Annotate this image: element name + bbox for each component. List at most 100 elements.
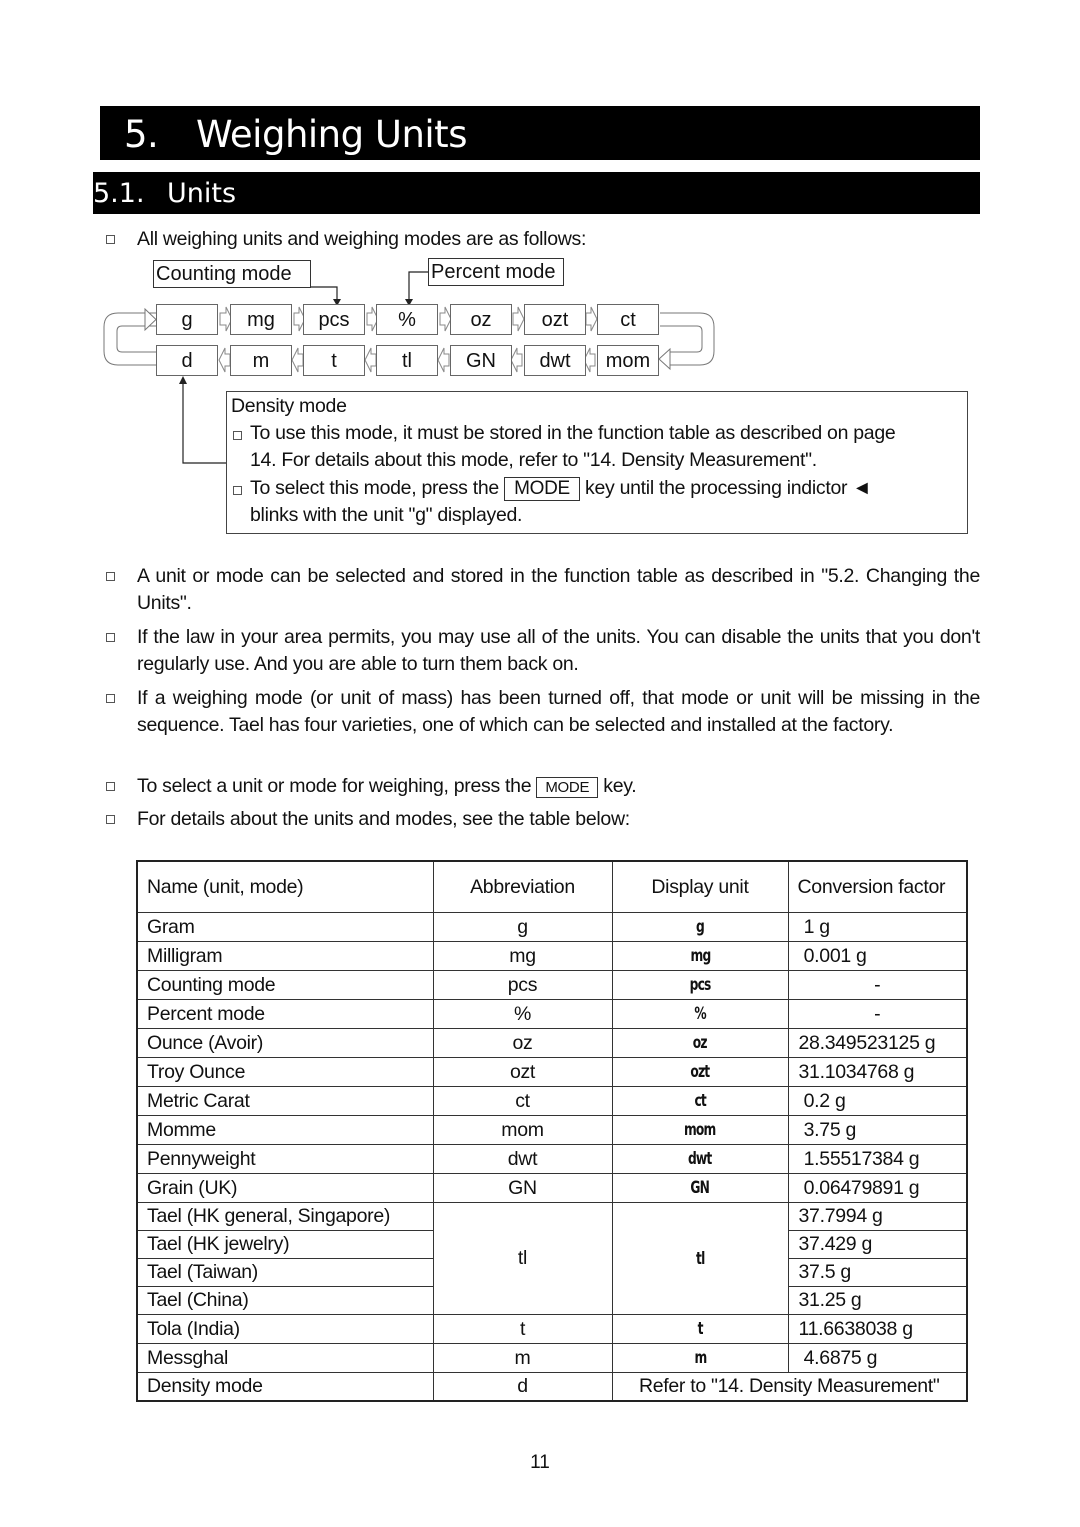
bullet-icon (106, 633, 115, 642)
cell-conversion-factor: - (787, 970, 968, 1000)
unit-box-ozt: ozt (524, 304, 586, 335)
bullet-paragraph: If a weighing mode (or unit of mass) has… (106, 685, 980, 739)
cell-display-unit: % (611, 999, 789, 1029)
density-bullet2-text: To select this mode, press the (250, 477, 499, 499)
unit-box-ct: ct (597, 304, 659, 335)
cell-display-unit: g (611, 912, 789, 942)
header-conversion-factor: Conversion factor (787, 860, 968, 913)
unit-box-percent: % (376, 304, 438, 335)
bullet-icon (106, 572, 115, 581)
density-mode-arrow (182, 382, 226, 464)
bullet-icon (106, 782, 115, 791)
cell-name: Tola (India) (136, 1314, 434, 1344)
hollow-arrow-left-icon (658, 347, 671, 371)
mode-key: MODE (504, 477, 580, 501)
density-bullet2-line1: To select this mode, press the MODE key … (250, 475, 872, 502)
table-row: Counting mode pcs pcs - (136, 970, 968, 1000)
cell-display-unit: pcs (611, 970, 789, 1000)
table-row: Messghal m m 4.6875 g (136, 1343, 968, 1373)
cell-name: Momme (136, 1115, 434, 1145)
cell-conversion-factor: 0.001 g (787, 941, 968, 971)
table-row: Ounce (Avoir) oz oz 28.349523125 g (136, 1028, 968, 1058)
display-unit-glyph: GN (690, 1178, 711, 1198)
cell-merged-reference: Refer to "14. Density Measurement" (611, 1372, 968, 1402)
percent-mode-arrow (408, 271, 428, 300)
table-row: Momme mom mom 3.75 g (136, 1115, 968, 1145)
cell-display-unit: ozt (611, 1057, 789, 1087)
unit-box-mg: mg (230, 304, 292, 335)
cell-abbreviation: d (432, 1372, 613, 1402)
cell-conversion-factor: 31.1034768 g (787, 1057, 968, 1087)
cell-abbreviation: pcs (432, 970, 613, 1000)
cell-conversion-factor: 0.06479891 g (787, 1173, 968, 1203)
page-number: 11 (530, 1452, 550, 1473)
cell-display-unit: t (611, 1314, 789, 1344)
units-table: Name (unit, mode) Abbreviation Display u… (136, 860, 968, 1402)
density-bullet1-line1: To use this mode, it must be stored in t… (250, 422, 896, 444)
cell-display-unit: mom (611, 1115, 789, 1145)
display-unit-glyph: oz (693, 1033, 708, 1053)
unit-box-mom: mom (597, 345, 659, 376)
unit-box-g: g (156, 304, 218, 335)
cell-name: Tael (HK jewelry) (136, 1230, 434, 1259)
density-bullet1-line2: 14. For details about this mode, refer t… (250, 449, 817, 471)
unit-box-gn: GN (450, 345, 512, 376)
bullet-icon (106, 815, 115, 824)
unit-box-tl: tl (376, 345, 438, 376)
density-bullet2-text-post: key until the processing indictor ◄ (585, 477, 872, 499)
display-unit-glyph: dwt (688, 1149, 712, 1169)
cell-conversion-factor: 31.25 g (787, 1286, 968, 1315)
table-header-row: Name (unit, mode) Abbreviation Display u… (136, 860, 968, 913)
cell-conversion-factor: 1.55517384 g (787, 1144, 968, 1174)
unit-sequence-diagram: Counting mode Percent mode g mg pcs % oz… (0, 0, 1080, 560)
bullet-text-post: key. (603, 775, 637, 797)
cell-display-unit: oz (611, 1028, 789, 1058)
header-abbreviation: Abbreviation (432, 860, 613, 913)
cell-abbreviation: m (432, 1343, 613, 1373)
mode-key: MODE (536, 777, 599, 798)
display-unit-glyph: mom (684, 1120, 716, 1140)
unit-box-d: d (156, 345, 218, 376)
display-unit-glyph: ct (694, 1091, 706, 1111)
cell-display-unit: mg (611, 941, 789, 971)
arrowhead-up-icon (179, 376, 187, 384)
cell-name: Ounce (Avoir) (136, 1028, 434, 1058)
bullet-icon (233, 486, 242, 495)
cell-name: Pennyweight (136, 1144, 434, 1174)
cell-display-unit: GN (611, 1173, 789, 1203)
cell-name: Tael (Taiwan) (136, 1258, 434, 1287)
cell-display-unit: dwt (611, 1144, 789, 1174)
cell-abbreviation: t (432, 1314, 613, 1344)
table-row: Tael (HK general, Singapore) tl tl 37.7994 … (136, 1202, 968, 1315)
cell-display-unit: ct (611, 1086, 789, 1116)
cell-conversion-factor: 0.2 g (787, 1086, 968, 1116)
table-row: Milligram mg mg 0.001 g (136, 941, 968, 971)
table-row: Percent mode%% - (136, 999, 968, 1029)
header-name: Name (unit, mode) (136, 860, 434, 913)
percent-mode-label: Percent mode (428, 258, 564, 286)
cell-name: Grain (UK) (136, 1173, 434, 1203)
display-unit-glyph: % (694, 1004, 706, 1024)
cell-abbreviation: g (432, 912, 613, 942)
cell-name: Tael (China) (136, 1286, 434, 1315)
cell-abbreviation: oz (432, 1028, 613, 1058)
cell-name: Density mode (136, 1372, 434, 1402)
cell-name: Messghal (136, 1343, 434, 1373)
display-unit-glyph: t (697, 1319, 703, 1339)
bullet-icon (233, 431, 242, 440)
cell-conversion-factor: 11.6638038 g (787, 1314, 968, 1344)
cell-conversion-factor: 37.5 g (787, 1258, 968, 1287)
bullet-paragraph: A unit or mode can be selected and store… (106, 563, 980, 617)
table-row: Troy Ounce ozt ozt 31.1034768 g (136, 1057, 968, 1087)
header-display-unit: Display unit (611, 860, 789, 913)
display-unit-glyph: mg (690, 946, 711, 966)
cell-conversion-factor: 3.75 g (787, 1115, 968, 1145)
table-row: Gram g g 1 g (136, 912, 968, 942)
display-unit-glyph: pcs (689, 975, 712, 995)
table-row: Tola (India) t t 11.6638038 g (136, 1314, 968, 1344)
cell-name: Tael (HK general, Singapore) (136, 1202, 434, 1231)
bullet-paragraph: To select a unit or mode for weighing, p… (106, 773, 980, 800)
display-unit-glyph: g (696, 917, 705, 937)
bullet-paragraph: For details about the units and modes, s… (106, 806, 980, 833)
cell-abbreviation: GN (432, 1173, 613, 1203)
